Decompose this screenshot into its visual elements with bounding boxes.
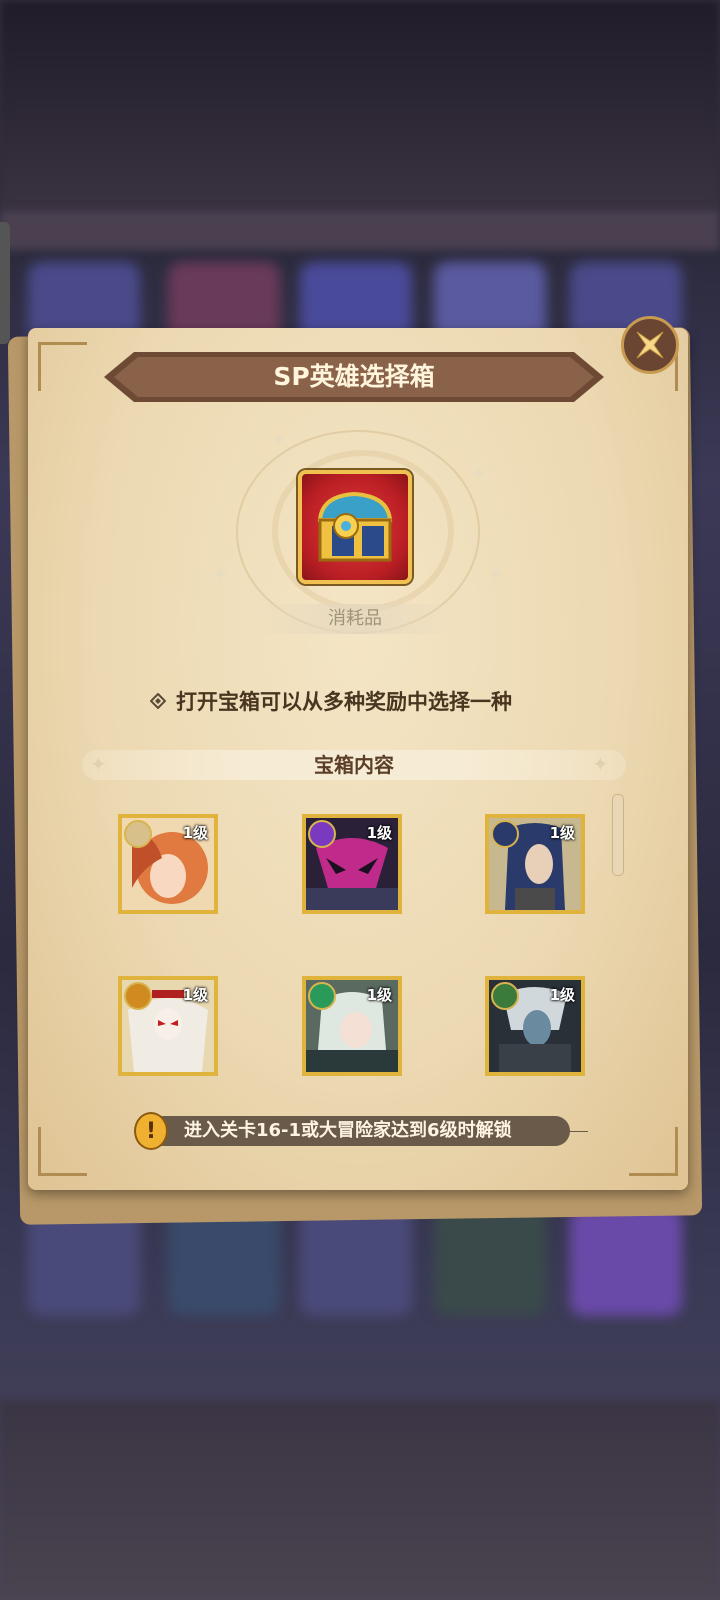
hero-card[interactable]: 1级 (485, 976, 585, 1076)
sparkle-icon: ✦ (592, 752, 609, 776)
corner-ornament (629, 1127, 678, 1176)
hero-level: 1级 (549, 824, 575, 842)
hero-card[interactable]: 1级 (302, 976, 402, 1076)
background-side-tab (0, 222, 10, 344)
chest-description: 打开宝箱可以从多种奖励中选择一种 (176, 690, 512, 714)
hero-card[interactable]: 1级 (118, 814, 218, 914)
corner-ornament (38, 342, 87, 391)
sparkle-icon: ✦ (470, 462, 487, 486)
item-type-label: 消耗品 (250, 604, 460, 634)
sparkle-icon: ✦ (270, 428, 287, 452)
description-row: 打开宝箱可以从多种奖励中选择一种 (150, 686, 512, 716)
faction-badge-icon (308, 982, 336, 1010)
sparkle-icon: ✦ (90, 752, 107, 776)
dialog-title: SP英雄选择箱 (273, 362, 435, 391)
contents-scrollbar[interactable] (612, 794, 624, 876)
sparkle-icon: ✦ (488, 562, 505, 586)
sparkle-icon: ✦ (212, 562, 229, 586)
hero-card[interactable]: 1级 (118, 976, 218, 1076)
faction-badge-icon (308, 820, 336, 848)
hero-card[interactable]: 1级 (485, 814, 585, 914)
faction-badge-icon (124, 820, 152, 848)
close-x-icon (636, 331, 664, 359)
contents-header: 宝箱内容 (82, 750, 626, 780)
faction-badge-icon (491, 820, 519, 848)
close-button[interactable] (621, 316, 679, 374)
faction-badge-icon (124, 982, 152, 1010)
treasure-chest-icon[interactable] (298, 470, 412, 584)
hero-level: 1级 (182, 986, 208, 1004)
corner-ornament (38, 1127, 87, 1176)
hero-level: 1级 (182, 824, 208, 842)
exclamation-icon: ! (134, 1112, 168, 1150)
unlock-text: 进入关卡16-1或大冒险家达到6级时解锁 (184, 1120, 512, 1141)
faction-badge-icon (491, 982, 519, 1010)
treasure-chest-icon (317, 491, 393, 562)
hero-level: 1级 (366, 824, 392, 842)
hero-level: 1级 (549, 986, 575, 1004)
hero-card[interactable]: 1级 (302, 814, 402, 914)
diamond-bullet-icon (150, 693, 166, 709)
hero-level: 1级 (366, 986, 392, 1004)
unlock-notice-tail (560, 1131, 588, 1132)
